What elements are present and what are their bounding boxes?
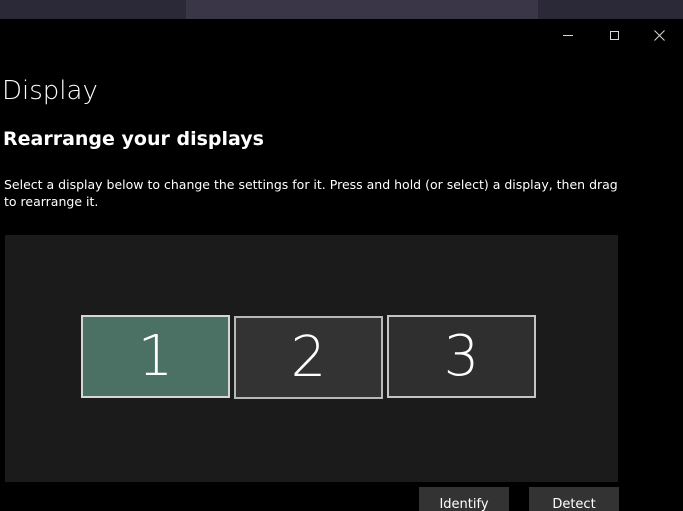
display-2-tile[interactable]: 2 <box>234 316 383 399</box>
maximize-button[interactable] <box>591 19 637 51</box>
close-icon <box>653 29 665 41</box>
display-arrangement-canvas[interactable]: 1 2 3 <box>5 235 618 482</box>
section-description: Select a display below to change the set… <box>4 177 618 209</box>
display-number: 2 <box>290 325 327 390</box>
display-1-tile[interactable]: 1 <box>81 315 230 398</box>
desktop-background <box>0 0 683 19</box>
maximize-icon <box>609 30 619 40</box>
section-heading: Rearrange your displays <box>3 128 264 150</box>
minimize-button[interactable] <box>545 19 591 51</box>
display-3-tile[interactable]: 3 <box>387 315 536 398</box>
close-button[interactable] <box>636 19 682 51</box>
display-number: 3 <box>443 324 480 389</box>
settings-window: Display Rearrange your displays Select a… <box>0 19 683 511</box>
taskbar-app-shape <box>186 0 538 19</box>
detect-button[interactable]: Detect <box>529 487 619 511</box>
identify-button[interactable]: Identify <box>419 487 509 511</box>
display-number: 1 <box>137 324 174 389</box>
page-title: Display <box>2 76 98 106</box>
minimize-icon <box>563 34 573 36</box>
